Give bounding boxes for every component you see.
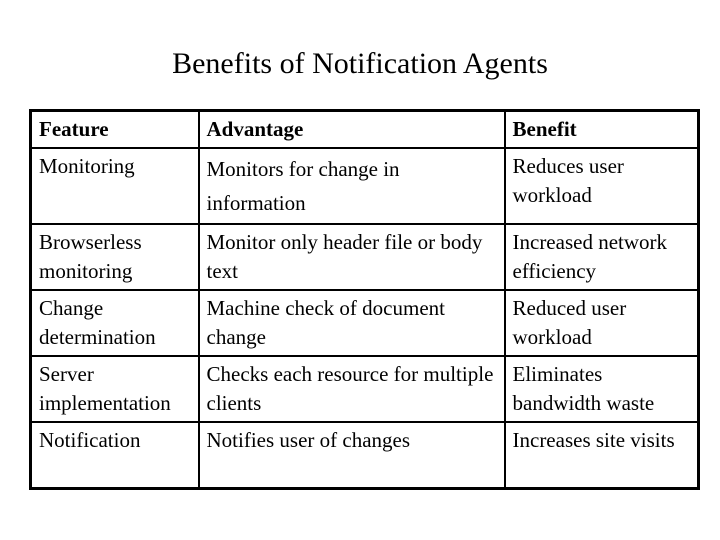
benefits-table: Feature Advantage Benefit Monitoring Mon…: [29, 109, 700, 490]
column-header-benefit: Benefit: [503, 110, 700, 149]
table-header-row: Feature Advantage Benefit: [29, 110, 700, 149]
advantage-cell: Monitors for change in information: [197, 148, 506, 225]
benefit-cell: Reduces user workload: [503, 148, 700, 225]
advantage-cell: Checks each resource for multiple client…: [197, 356, 506, 423]
table-row: Monitoring Monitors for change in inform…: [29, 148, 700, 225]
advantage-cell: Machine check of document change: [197, 290, 506, 357]
feature-cell: Server implementation: [29, 356, 200, 423]
table-row: Notification Notifies user of changes In…: [29, 422, 700, 490]
slide-title: Benefits of Notification Agents: [172, 47, 548, 80]
feature-cell: Monitoring: [29, 148, 200, 225]
benefit-cell: Increased network efficiency: [503, 224, 700, 291]
feature-cell: Change determination: [29, 290, 200, 357]
table-row: Change determination Machine check of do…: [29, 290, 700, 357]
feature-cell: Notification: [29, 422, 200, 490]
benefit-cell: Increases site visits: [503, 422, 700, 490]
benefit-cell: Reduced user workload: [503, 290, 700, 357]
advantage-cell: Monitor only header file or body text: [197, 224, 506, 291]
benefit-cell: Eliminates bandwidth waste: [503, 356, 700, 423]
advantage-cell: Notifies user of changes: [197, 422, 506, 490]
table-row: Server implementation Checks each resour…: [29, 356, 700, 423]
column-header-feature: Feature: [29, 110, 200, 149]
feature-cell: Browserless monitoring: [29, 224, 200, 291]
column-header-advantage: Advantage: [197, 110, 506, 149]
table-row: Browserless monitoring Monitor only head…: [29, 224, 700, 291]
